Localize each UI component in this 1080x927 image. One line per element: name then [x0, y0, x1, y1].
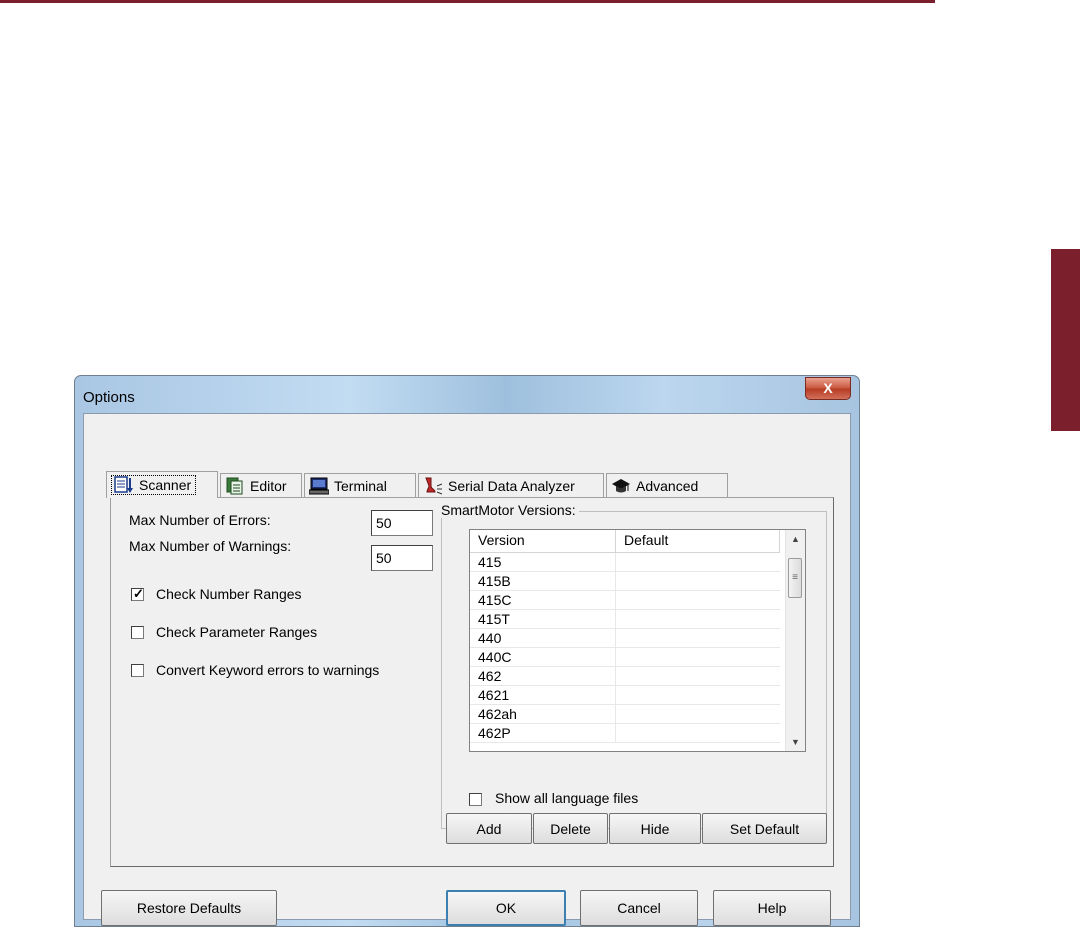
list-item[interactable]: 415	[470, 553, 780, 572]
scanner-icon	[114, 476, 133, 493]
show-all-language-files-label: Show all language files	[495, 790, 639, 806]
versions-list[interactable]: Version Default 415 415B 415C 415T 440 4…	[469, 529, 806, 752]
check-number-ranges-label: Check Number Ranges	[156, 586, 302, 602]
tab-serial-data-analyzer-label: Serial Data Analyzer	[448, 477, 575, 494]
dialog-title: Options	[83, 389, 135, 406]
column-header-version[interactable]: Version	[470, 530, 616, 552]
list-item[interactable]: 415T	[470, 610, 780, 629]
cancel-button[interactable]: Cancel	[580, 890, 698, 926]
list-item[interactable]: 462ah	[470, 705, 780, 724]
tab-editor-label: Editor	[250, 477, 287, 494]
help-button[interactable]: Help	[713, 890, 831, 926]
smartmotor-versions-label: SmartMotor Versions:	[438, 502, 579, 518]
list-item[interactable]: 462	[470, 667, 780, 686]
hide-version-button[interactable]: Hide	[609, 813, 701, 844]
scroll-down-icon[interactable]: ▼	[786, 733, 805, 751]
tab-scanner[interactable]: Scanner	[106, 471, 218, 498]
versions-list-header: Version Default	[470, 530, 780, 553]
terminal-icon	[309, 477, 329, 494]
list-item[interactable]: 415C	[470, 591, 780, 610]
delete-version-button[interactable]: Delete	[533, 813, 608, 844]
check-number-ranges-checkbox[interactable]: ✓	[131, 586, 144, 601]
set-default-button[interactable]: Set Default	[702, 813, 827, 844]
show-all-language-files-checkbox[interactable]	[469, 793, 482, 806]
versions-rows: 415 415B 415C 415T 440 440C 462 4621 462…	[470, 553, 780, 743]
max-errors-input[interactable]	[371, 510, 433, 536]
page-side-tab	[1051, 249, 1080, 431]
close-icon: X	[823, 380, 833, 396]
ok-button[interactable]: OK	[446, 890, 566, 926]
tab-serial-data-analyzer[interactable]: Serial Data Analyzer	[418, 473, 604, 497]
max-warnings-input[interactable]	[371, 545, 433, 571]
convert-keyword-errors-label: Convert Keyword errors to warnings	[156, 662, 380, 678]
column-header-default[interactable]: Default	[616, 530, 780, 552]
page-top-rule	[0, 0, 935, 3]
convert-keyword-errors-checkbox[interactable]	[131, 664, 144, 677]
tab-advanced[interactable]: Advanced	[606, 473, 728, 497]
max-errors-label: Max Number of Errors:	[129, 512, 271, 528]
advanced-icon	[612, 478, 630, 492]
list-item[interactable]: 4621	[470, 686, 780, 705]
dialog-client-area: Scanner Editor Terminal Serial Data Anal…	[83, 413, 851, 926]
list-item[interactable]: 440C	[470, 648, 780, 667]
scroll-thumb[interactable]: ≡	[788, 558, 802, 598]
tab-scanner-label: Scanner	[139, 477, 192, 493]
check-parameter-ranges-label: Check Parameter Ranges	[156, 624, 318, 640]
tab-advanced-label: Advanced	[636, 477, 699, 494]
editor-icon	[226, 477, 243, 494]
add-version-button[interactable]: Add	[446, 813, 532, 844]
serial-data-analyzer-icon	[425, 477, 443, 494]
tab-terminal[interactable]: Terminal	[304, 473, 416, 497]
tab-terminal-label: Terminal	[334, 477, 387, 494]
check-parameter-ranges-checkbox[interactable]	[131, 626, 144, 639]
scanner-panel: Max Number of Errors: Max Number of Warn…	[110, 497, 834, 867]
list-item[interactable]: 462P	[470, 724, 780, 743]
restore-defaults-button[interactable]: Restore Defaults	[101, 890, 277, 926]
scroll-up-icon[interactable]: ▲	[786, 530, 805, 548]
list-item[interactable]: 415B	[470, 572, 780, 591]
close-button[interactable]: X	[805, 377, 851, 400]
checkmark-icon: ✓	[133, 586, 144, 601]
list-item[interactable]: 440	[470, 629, 780, 648]
tab-editor[interactable]: Editor	[220, 473, 302, 497]
versions-scrollbar[interactable]: ▲ ≡ ▼	[785, 530, 805, 751]
options-dialog: Options X Scanner Editor Terminal Serial…	[74, 375, 860, 927]
max-warnings-label: Max Number of Warnings:	[129, 538, 292, 554]
